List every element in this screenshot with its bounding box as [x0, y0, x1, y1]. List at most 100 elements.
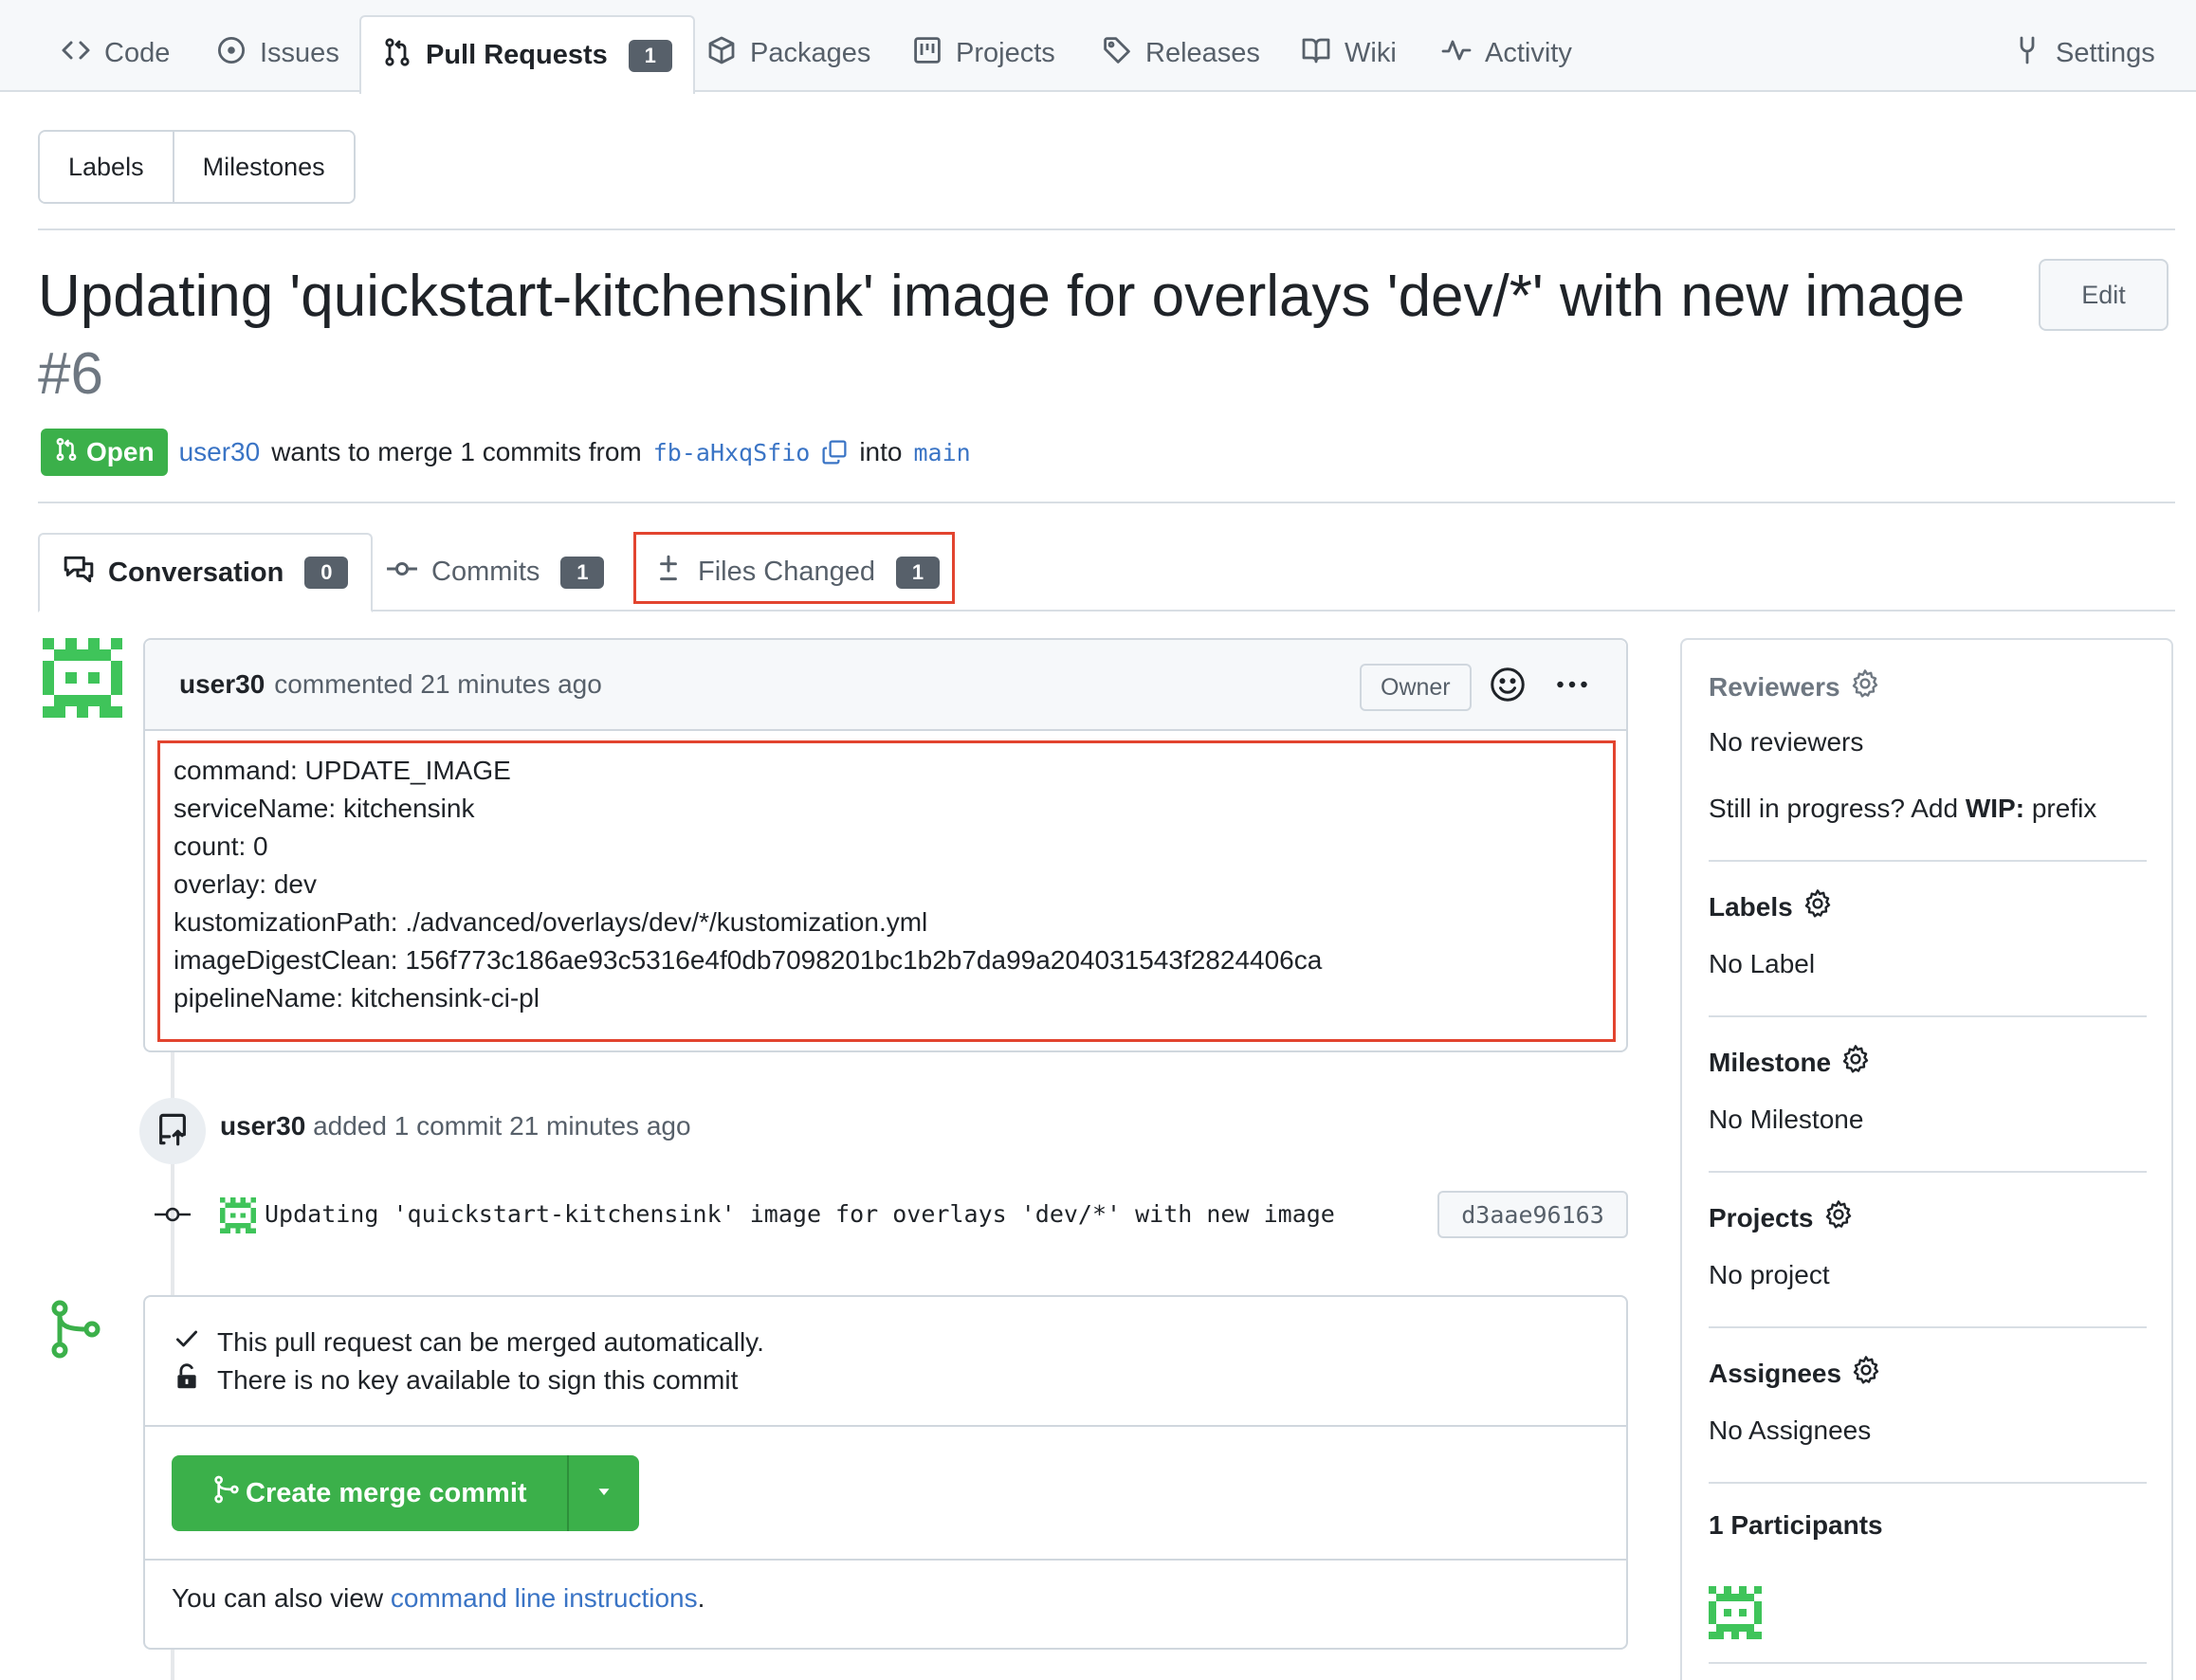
- wip-keyword: WIP:: [1965, 794, 2025, 823]
- settings-icon: [2012, 35, 2042, 73]
- commit-sha-button[interactable]: d3aae96163: [1437, 1191, 1628, 1238]
- sidebar-divider: [1709, 1482, 2147, 1484]
- nav-settings-label: Settings: [2056, 38, 2155, 68]
- reviewers-section: Reviewers No reviewers Still in progress…: [1709, 668, 2147, 823]
- assignees-value: No Assignees: [1709, 1415, 1872, 1445]
- comment-author[interactable]: user30: [179, 669, 265, 700]
- merge-footer: You can also view command line instructi…: [172, 1583, 705, 1614]
- commit-icon: [155, 1200, 191, 1229]
- code-icon: [61, 35, 91, 73]
- projects-title-label: Projects: [1709, 1202, 1814, 1233]
- nav-packages[interactable]: Packages: [686, 15, 891, 92]
- merge-icon: [46, 1299, 103, 1360]
- comment-body-highlight: [157, 740, 1616, 1042]
- commit-author-avatar[interactable]: [220, 1197, 256, 1233]
- event-description: added 1 commit 21 minutes ago: [313, 1111, 691, 1141]
- commit-message[interactable]: Updating 'quickstart-kitchensink' image …: [265, 1200, 1335, 1228]
- owner-badge: Owner: [1360, 664, 1472, 711]
- merge-button-group: Create merge commit: [172, 1455, 639, 1531]
- tab-conversation[interactable]: Conversation 0: [38, 533, 374, 612]
- nav-pull-requests-label: Pull Requests: [426, 40, 608, 70]
- nav-code-label: Code: [104, 38, 171, 68]
- merge-options-dropdown[interactable]: [569, 1455, 639, 1531]
- merge-status-text: This pull request can be merged automati…: [217, 1326, 764, 1357]
- commits-count: 1: [560, 556, 605, 589]
- milestone-section: Milestone No Milestone: [1709, 1044, 2147, 1134]
- merge-footer-period: .: [697, 1583, 705, 1613]
- milestone-title[interactable]: Milestone: [1709, 1044, 2147, 1081]
- projects-section: Projects No project: [1709, 1199, 2147, 1289]
- nav-wiki-label: Wiki: [1345, 38, 1397, 68]
- avatar-identicon[interactable]: [43, 638, 122, 718]
- labels-milestones-group: Labels Milestones: [38, 130, 356, 204]
- gear-icon[interactable]: [1803, 888, 1833, 925]
- create-merge-commit-label: Create merge commit: [246, 1477, 527, 1508]
- merge-icon: [213, 1475, 240, 1511]
- copy-icon[interactable]: [821, 439, 848, 466]
- nav-pull-requests[interactable]: Pull Requests 1: [359, 15, 695, 94]
- nav-activity[interactable]: Activity: [1420, 15, 1593, 92]
- nav-releases[interactable]: Releases: [1081, 15, 1281, 92]
- tab-conversation-label: Conversation: [108, 557, 284, 588]
- gear-icon[interactable]: [1823, 1199, 1854, 1236]
- gear-icon[interactable]: [1851, 1355, 1881, 1392]
- head-branch[interactable]: fb-aHxqSfio: [653, 439, 811, 466]
- nav-issues[interactable]: Issues: [195, 15, 360, 92]
- page-title: Updating 'quickstart-kitchensink' image …: [38, 258, 1991, 413]
- base-branch[interactable]: main: [913, 439, 970, 466]
- participants-section: 1 Participants: [1709, 1510, 2147, 1639]
- labels-value: No Label: [1709, 949, 1816, 978]
- unlock-icon: [174, 1363, 200, 1397]
- nav-packages-label: Packages: [750, 38, 871, 68]
- assignees-title[interactable]: Assignees: [1709, 1355, 2147, 1392]
- state-label: Open: [86, 437, 155, 466]
- merge-description: wants to merge 1 commits from: [271, 437, 642, 466]
- reviewers-value: No reviewers: [1709, 727, 1864, 757]
- nav-activity-label: Activity: [1485, 38, 1572, 68]
- sidebar-divider: [1709, 1015, 2147, 1017]
- smiley-icon: [1489, 666, 1527, 708]
- pull-request-icon: [382, 37, 412, 75]
- reviewers-title[interactable]: Reviewers: [1709, 668, 2147, 705]
- pull-requests-count: 1: [628, 39, 672, 72]
- project-icon: [912, 35, 942, 73]
- comment-options-button[interactable]: [1548, 663, 1596, 710]
- repo-nav: Code Issues Pull Requests 1 Packages Pro…: [0, 0, 2196, 94]
- nav-code[interactable]: Code: [40, 15, 191, 92]
- nav-projects[interactable]: Projects: [891, 15, 1076, 92]
- labels-title[interactable]: Labels: [1709, 888, 2147, 925]
- comment-meta: commented 21 minutes ago: [274, 669, 602, 699]
- pulse-icon: [1441, 35, 1472, 73]
- projects-title[interactable]: Projects: [1709, 1199, 2147, 1236]
- into-text: into: [859, 437, 903, 466]
- conversation-icon: [63, 553, 95, 593]
- signing-status: There is no key available to sign this c…: [174, 1363, 738, 1397]
- divider: [38, 228, 2175, 230]
- event-author[interactable]: user30: [220, 1111, 305, 1141]
- push-event-text: user30 added 1 commit 21 minutes ago: [220, 1111, 691, 1141]
- pr-number: #6: [38, 341, 103, 407]
- author-link[interactable]: user30: [179, 437, 261, 467]
- assignees-title-label: Assignees: [1709, 1358, 1842, 1388]
- files-changed-highlight: [633, 532, 955, 604]
- sidebar-divider: [1709, 1662, 2147, 1664]
- merge-box: This pull request can be merged automati…: [143, 1295, 1628, 1650]
- gear-icon[interactable]: [1840, 1044, 1871, 1081]
- sidebar-divider: [1709, 860, 2147, 862]
- milestone-title-label: Milestone: [1709, 1047, 1832, 1077]
- command-line-instructions-link[interactable]: command line instructions: [391, 1583, 698, 1613]
- reaction-button[interactable]: [1484, 663, 1531, 710]
- create-merge-commit-button[interactable]: Create merge commit: [172, 1455, 569, 1531]
- participant-avatar[interactable]: [1709, 1586, 1762, 1639]
- sidebar: Reviewers No reviewers Still in progress…: [1680, 638, 2173, 1680]
- labels-button[interactable]: Labels: [40, 132, 173, 202]
- nav-wiki[interactable]: Wiki: [1280, 15, 1418, 92]
- milestones-button[interactable]: Milestones: [172, 132, 354, 202]
- edit-button[interactable]: Edit: [2039, 259, 2169, 331]
- tab-commits[interactable]: Commits 1: [363, 533, 627, 612]
- commit-icon: [386, 553, 418, 593]
- gear-icon[interactable]: [1850, 668, 1880, 705]
- check-icon: [174, 1325, 200, 1359]
- nav-issues-label: Issues: [260, 38, 339, 68]
- nav-settings[interactable]: Settings: [1991, 15, 2176, 92]
